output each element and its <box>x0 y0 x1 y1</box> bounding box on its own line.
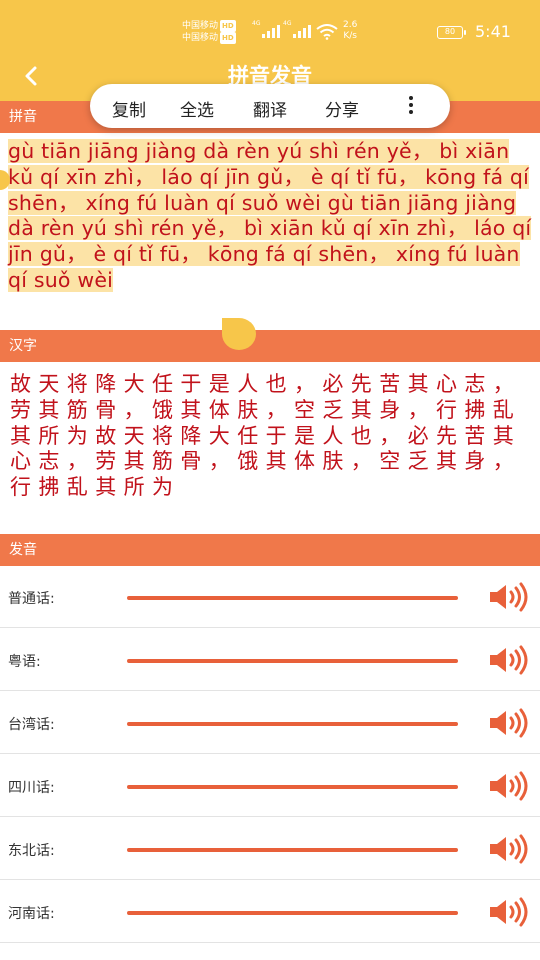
dialect-row-cantonese: 粤语: <box>0 629 540 691</box>
battery-icon: 80 <box>437 26 466 39</box>
carrier-info: 中国移动 HD 中国移动 HD <box>182 20 236 44</box>
dialect-label: 粤语: <box>8 654 41 670</box>
selection-handle-end[interactable] <box>222 318 256 350</box>
speaker-icon[interactable] <box>488 582 530 612</box>
dialect-row-dongbei: 东北话: <box>0 818 540 880</box>
progress-bar[interactable] <box>127 659 458 663</box>
dialect-label: 河南话: <box>8 906 55 922</box>
hanzi-text: 故天将降大任于是人也，必先苦其心志，劳其筋骨，饿其体肤，空乏其身，行拂乱其所为故… <box>10 372 522 500</box>
signal-icon: 4G <box>252 20 286 41</box>
carrier-2: 中国移动 <box>182 33 219 43</box>
clock: 5:41 <box>475 22 511 41</box>
dialect-row-mandarin: 普通话: <box>0 566 540 628</box>
speaker-icon[interactable] <box>488 645 530 675</box>
dialect-row-sichuan: 四川话: <box>0 755 540 817</box>
wifi-icon <box>316 24 338 43</box>
net-speed: 2.6 K/s <box>343 20 358 41</box>
dialect-row-henan: 河南话: <box>0 881 540 943</box>
section-pronunciation: 发音 <box>0 534 540 566</box>
progress-bar[interactable] <box>127 848 458 852</box>
progress-bar[interactable] <box>127 722 458 726</box>
translate-button[interactable]: 翻译 <box>253 96 287 121</box>
copy-button[interactable]: 复制 <box>112 96 146 121</box>
share-button[interactable]: 分享 <box>325 96 359 121</box>
speaker-icon[interactable] <box>488 771 530 801</box>
progress-bar[interactable] <box>127 596 458 600</box>
progress-bar[interactable] <box>127 785 458 789</box>
carrier-1: 中国移动 <box>182 21 219 31</box>
dialect-label: 台湾话: <box>8 717 55 733</box>
dialect-label: 四川话: <box>8 780 55 796</box>
more-vertical-icon[interactable] <box>406 94 416 118</box>
signal-icon: 4G <box>283 20 317 41</box>
speaker-icon[interactable] <box>488 834 530 864</box>
hd-badge: HD <box>220 32 236 44</box>
speaker-icon[interactable] <box>488 708 530 738</box>
hd-badge: HD <box>220 20 236 32</box>
dialect-row-taiwanese: 台湾话: <box>0 692 540 754</box>
pinyin-text[interactable]: gù tiān jiāng jiàng dà rèn yú shì rén yě… <box>8 139 532 294</box>
speaker-icon[interactable] <box>488 897 530 927</box>
status-bar: 中国移动 HD 中国移动 HD 4G 4G 2.6 K/s 80 5:41 <box>0 0 540 50</box>
select-all-button[interactable]: 全选 <box>180 96 214 121</box>
section-hanzi: 汉字 <box>0 330 540 362</box>
progress-bar[interactable] <box>127 911 458 915</box>
dialect-label: 普通话: <box>8 591 55 607</box>
context-menu: 复制 全选 翻译 分享 <box>90 84 450 128</box>
dialect-label: 东北话: <box>8 843 55 859</box>
pinyin-selection: gù tiān jiāng jiàng dà rèn yú shì rén yě… <box>8 139 532 292</box>
pinyin-area[interactable]: gù tiān jiāng jiàng dà rèn yú shì rén yě… <box>0 133 540 330</box>
